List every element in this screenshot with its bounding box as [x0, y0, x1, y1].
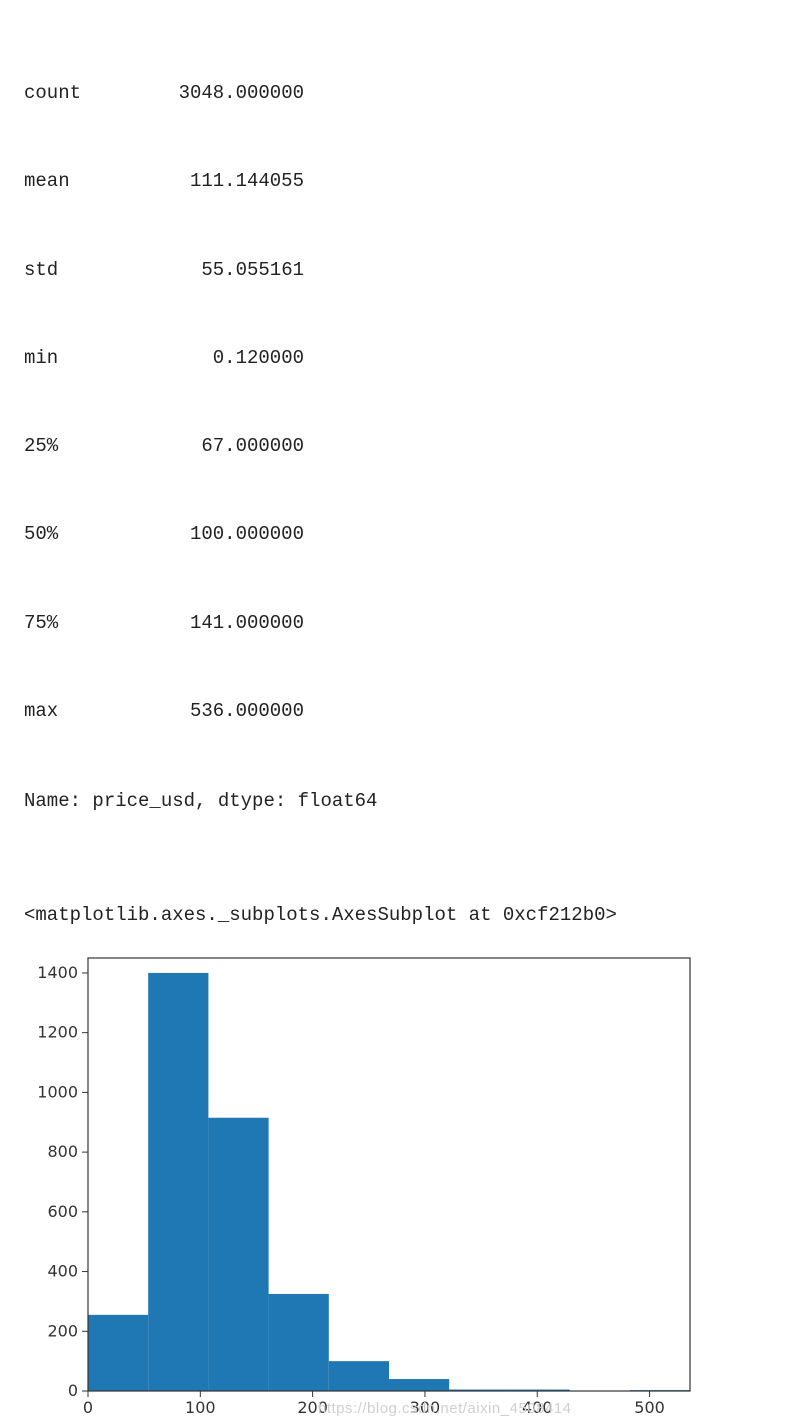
stat-footer: Name: price_usd, dtype: float64 [24, 787, 772, 816]
stat-row: 50% 100.000000 [24, 520, 772, 549]
stat-row: 25% 67.000000 [24, 432, 772, 461]
stat-label: count [24, 79, 144, 108]
x-tick-label: 200 [297, 1398, 328, 1417]
x-tick-label: 400 [522, 1398, 553, 1417]
describe-output: count 3048.000000 mean 111.144055 std 55… [24, 20, 772, 876]
y-tick-label: 1400 [37, 963, 78, 982]
stat-value: 55.055161 [144, 256, 304, 285]
stat-label: min [24, 344, 144, 373]
stat-label: max [24, 697, 144, 726]
histogram-bar [269, 1294, 329, 1391]
stat-row: mean 111.144055 [24, 167, 772, 196]
y-tick-label: 600 [47, 1202, 78, 1221]
stat-value: 67.000000 [144, 432, 304, 461]
stat-value: 3048.000000 [144, 79, 304, 108]
stat-row: count 3048.000000 [24, 79, 772, 108]
stat-value: 141.000000 [144, 609, 304, 638]
histogram-bar [148, 973, 208, 1391]
stat-value: 111.144055 [144, 167, 304, 196]
x-tick-label: 100 [185, 1398, 216, 1417]
histogram-chart: 0 200 400 600 800 1000 1200 1400 0 100 200 300 400 50… [18, 946, 708, 1421]
page: count 3048.000000 mean 111.144055 std 55… [0, 0, 796, 1421]
y-tick-label: 200 [47, 1321, 78, 1340]
stat-label: mean [24, 167, 144, 196]
axes-repr: <matplotlib.axes._subplots.AxesSubplot a… [24, 904, 772, 926]
stat-row: min 0.120000 [24, 344, 772, 373]
x-tick-label: 0 [83, 1398, 93, 1417]
stat-label: 50% [24, 520, 144, 549]
stat-value: 536.000000 [144, 697, 304, 726]
histogram-bar [389, 1379, 449, 1391]
histogram-bar [88, 1315, 148, 1391]
y-tick-label: 0 [68, 1381, 78, 1400]
stat-value: 100.000000 [144, 520, 304, 549]
y-tick-label: 1000 [37, 1082, 78, 1101]
stat-value: 0.120000 [144, 344, 304, 373]
histogram-bar [329, 1361, 389, 1391]
stat-row: 75% 141.000000 [24, 609, 772, 638]
stat-label: 75% [24, 609, 144, 638]
chart-svg: 0 200 400 600 800 1000 1200 1400 0 100 200 300 400 50… [18, 946, 708, 1421]
histogram-bar [208, 1117, 268, 1390]
stat-row: max 536.000000 [24, 697, 772, 726]
x-tick-label: 300 [410, 1398, 441, 1417]
y-tick-label: 400 [47, 1261, 78, 1280]
stat-label: 25% [24, 432, 144, 461]
y-tick-label: 1200 [37, 1022, 78, 1041]
x-tick-label: 500 [634, 1398, 665, 1417]
y-tick-label: 800 [47, 1142, 78, 1161]
stat-row: std 55.055161 [24, 256, 772, 285]
stat-label: std [24, 256, 144, 285]
